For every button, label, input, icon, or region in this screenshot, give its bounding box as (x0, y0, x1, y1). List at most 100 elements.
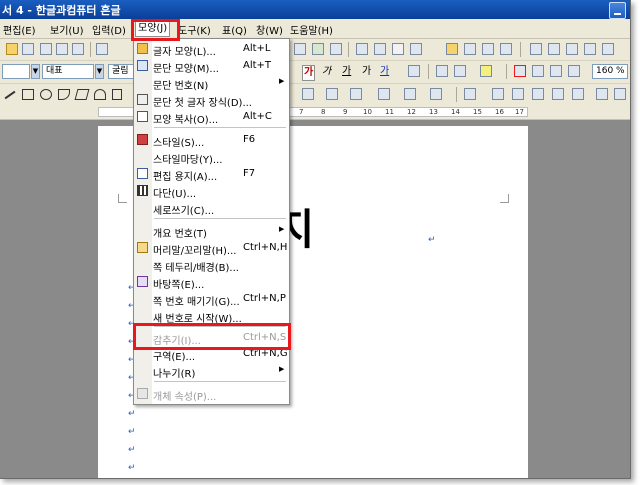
strike-button[interactable]: 가 (362, 65, 371, 79)
align-justify-icon[interactable] (514, 65, 526, 77)
menu-item-copy-format[interactable]: 모양 복사(O)... Alt+C (134, 108, 289, 126)
shadow-icon[interactable] (464, 88, 476, 100)
hyperlink-icon[interactable] (374, 43, 386, 55)
rotate-icon[interactable] (596, 88, 608, 100)
group-icon[interactable] (492, 88, 504, 100)
ruler-tick: 9 (343, 108, 348, 116)
style-combo-dropdown[interactable]: ▼ (95, 64, 104, 79)
shapes-icon[interactable] (548, 43, 560, 55)
menu-item-section[interactable]: 구역(E)... Ctrl+N,G (134, 345, 289, 363)
italic-button[interactable]: 가 (322, 65, 331, 79)
polygon-tool-icon[interactable] (74, 89, 90, 100)
save-icon[interactable] (22, 43, 34, 55)
menu-item-restart-number[interactable]: 새 번호로 시작(W)... (134, 307, 289, 325)
align-objects-icon[interactable] (572, 88, 584, 100)
superscript-icon[interactable] (454, 65, 466, 77)
print-icon[interactable] (56, 43, 68, 55)
align-center-icon[interactable] (550, 65, 562, 77)
underline-button[interactable]: 가 (342, 65, 351, 79)
picture-icon[interactable] (392, 43, 404, 55)
char-map-icon[interactable] (294, 43, 306, 55)
hwp-icon[interactable] (96, 43, 108, 55)
bold-button[interactable]: 가 (302, 65, 316, 81)
zoom-combo[interactable]: 160 % (592, 64, 628, 79)
open-icon[interactable] (6, 43, 18, 55)
menu-bar: 편집(E) 보기(U) 입력(D) 모양(J) 도구(K) 표(Q) 창(W) … (0, 19, 630, 39)
menu-item-split[interactable]: 나누기(R) ▶ (134, 362, 289, 380)
link-icon[interactable] (356, 43, 368, 55)
menu-format[interactable]: 모양(J) (135, 20, 171, 37)
line-width-icon[interactable] (378, 88, 390, 100)
chart-icon[interactable] (446, 43, 458, 55)
textbox-icon[interactable] (566, 43, 578, 55)
menu-insert[interactable]: 입력(D) (92, 22, 126, 37)
menu-item-label: 문단 번호(N) (153, 81, 209, 92)
ruler-tick: 8 (321, 108, 326, 116)
style-list[interactable] (2, 64, 30, 79)
menu-help[interactable]: 도움말(H) (290, 22, 333, 37)
dash-style-icon[interactable] (430, 88, 442, 100)
menu-item-para-shape[interactable]: 문단 모양(M)... Alt+T (134, 57, 289, 75)
align-left-icon[interactable] (532, 65, 544, 77)
align-right-icon[interactable] (568, 65, 580, 77)
submenu-arrow-icon: ▶ (279, 77, 285, 85)
menu-item-para-number[interactable]: 문단 번호(N) ▶ (134, 74, 289, 92)
char-shape-icon (137, 43, 148, 54)
bring-front-icon[interactable] (532, 88, 544, 100)
menu-table[interactable]: 표(Q) (222, 22, 247, 37)
horizontal-ruler[interactable]: 7 8 9 10 11 12 13 14 15 16 17 (0, 105, 630, 120)
style-list-dropdown[interactable]: ▼ (31, 64, 40, 79)
style-combo[interactable]: 대표 (42, 64, 94, 79)
formula-icon[interactable] (482, 43, 494, 55)
menu-edit[interactable]: 편집(E) (3, 22, 36, 37)
fill-color-icon[interactable] (302, 88, 314, 100)
fax-icon[interactable] (72, 43, 84, 55)
menu-item-page-number[interactable]: 쪽 번호 매기기(G)... Ctrl+N,P (134, 290, 289, 308)
arc-tool-icon[interactable] (58, 89, 70, 100)
line-style-icon[interactable] (350, 88, 362, 100)
ellipse-tool-icon[interactable] (40, 89, 52, 100)
memo-icon[interactable] (584, 43, 596, 55)
document-area[interactable]: ↵ ↵ ↵ ↵ ↵ ↵ ↵ ↵ ↵ ↵ ↵ ↵ (0, 120, 630, 478)
minimize-button[interactable] (609, 2, 626, 19)
bar-chart-icon[interactable] (464, 43, 476, 55)
symbol-icon[interactable] (500, 43, 512, 55)
menu-tools[interactable]: 도구(K) (178, 22, 211, 37)
table-insert-icon[interactable] (410, 43, 422, 55)
ungroup-icon[interactable] (512, 88, 524, 100)
curve-tool-icon[interactable] (94, 89, 106, 100)
menu-item-page-setup[interactable]: 편집 용지(A)... F7 (134, 165, 289, 183)
menu-item-hide[interactable]: 감추기(I)... Ctrl+N,S (134, 329, 289, 347)
arrow-style-icon[interactable] (404, 88, 416, 100)
font-color-button[interactable]: 가 (380, 65, 389, 79)
line-tool-icon[interactable] (4, 90, 16, 100)
char-spacing-icon[interactable] (436, 65, 448, 77)
print-preview-icon[interactable] (40, 43, 52, 55)
flip-icon[interactable] (614, 88, 626, 100)
menu-item-shortcut: Ctrl+N,S (243, 332, 287, 343)
line-color-icon[interactable] (326, 88, 338, 100)
select-tool-icon[interactable] (112, 89, 122, 100)
menu-item-master-page[interactable]: 바탕쪽(E)... (134, 273, 289, 291)
menu-item-vertical-writing[interactable]: 세로쓰기(C)... (134, 199, 289, 217)
font-combo[interactable]: 굴림 (108, 64, 134, 79)
menu-item-char-shape[interactable]: 글자 모양(L)... Alt+L (134, 40, 289, 58)
grid-icon[interactable] (330, 43, 342, 55)
table-icon[interactable] (312, 43, 324, 55)
menu-item-header-footer[interactable]: 머리말/꼬리말(H)... Ctrl+N,H (134, 239, 289, 257)
rectangle-tool-icon[interactable] (22, 89, 34, 100)
menu-item-drop-cap[interactable]: 문단 첫 글자 장식(D)... (134, 91, 289, 109)
send-back-icon[interactable] (552, 88, 564, 100)
view-icon[interactable] (602, 43, 614, 55)
menu-item-style[interactable]: 스타일(S)... F6 (134, 131, 289, 149)
menu-item-columns[interactable]: 다단(U)... (134, 182, 289, 200)
outline-icon[interactable] (408, 65, 420, 77)
highlight-icon[interactable] (480, 65, 492, 77)
menu-item-style-gallery[interactable]: 스타일마당(Y)... (134, 148, 289, 166)
draw-table-icon[interactable] (530, 43, 542, 55)
menu-item-object-properties[interactable]: 개체 속성(P)... (134, 385, 289, 403)
menu-view[interactable]: 보기(U) (50, 22, 84, 37)
menu-window[interactable]: 창(W) (256, 22, 283, 37)
menu-item-page-border[interactable]: 쪽 테두리/배경(B)... (134, 256, 289, 274)
menu-item-outline-number[interactable]: 개요 번호(T) ▶ (134, 222, 289, 240)
